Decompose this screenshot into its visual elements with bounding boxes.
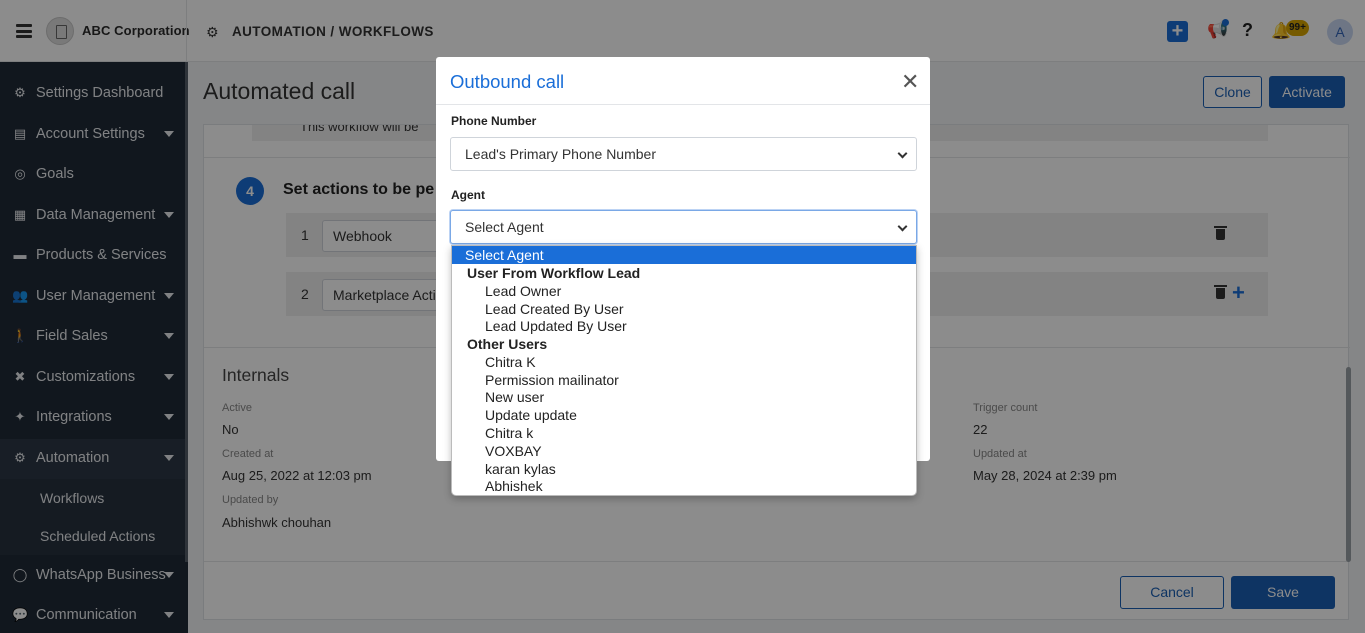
modal-header: Outbound call ✕ xyxy=(436,57,930,105)
agent-label: Agent xyxy=(451,188,485,202)
close-icon[interactable]: ✕ xyxy=(901,69,919,95)
agent-option[interactable]: VOXBAY xyxy=(452,442,916,460)
modal-title: Outbound call xyxy=(450,71,565,92)
chevron-down-icon xyxy=(897,221,908,232)
phone-number-label: Phone Number xyxy=(451,114,537,128)
agent-option[interactable]: Update update xyxy=(452,406,916,424)
option-group-label: Other Users xyxy=(467,336,548,352)
option-group-label: User From Workflow Lead xyxy=(467,265,641,281)
agent-option[interactable]: Chitra K xyxy=(452,353,916,371)
agent-option[interactable]: New user xyxy=(452,388,916,406)
agent-option[interactable]: Lead Updated By User xyxy=(452,317,916,335)
agent-option[interactable]: karan kylas xyxy=(452,460,916,478)
agent-value: Select Agent xyxy=(465,219,544,235)
agent-option[interactable]: Permission mailinator xyxy=(452,371,916,389)
agent-dropdown-list: Select Agent User From Workflow Lead Lea… xyxy=(451,245,917,496)
agent-option[interactable]: Lead Owner xyxy=(452,282,916,300)
agent-option[interactable]: Lead Created By User xyxy=(452,300,916,318)
agent-option[interactable]: Chitra k xyxy=(452,424,916,442)
chevron-down-icon xyxy=(897,148,908,159)
phone-number-value: Lead's Primary Phone Number xyxy=(465,146,656,162)
agent-option[interactable]: Select Agent xyxy=(452,246,916,264)
phone-number-select[interactable]: Lead's Primary Phone Number xyxy=(450,137,917,171)
agent-select[interactable]: Select Agent xyxy=(450,210,917,244)
agent-option[interactable]: Abhishek xyxy=(452,477,916,495)
